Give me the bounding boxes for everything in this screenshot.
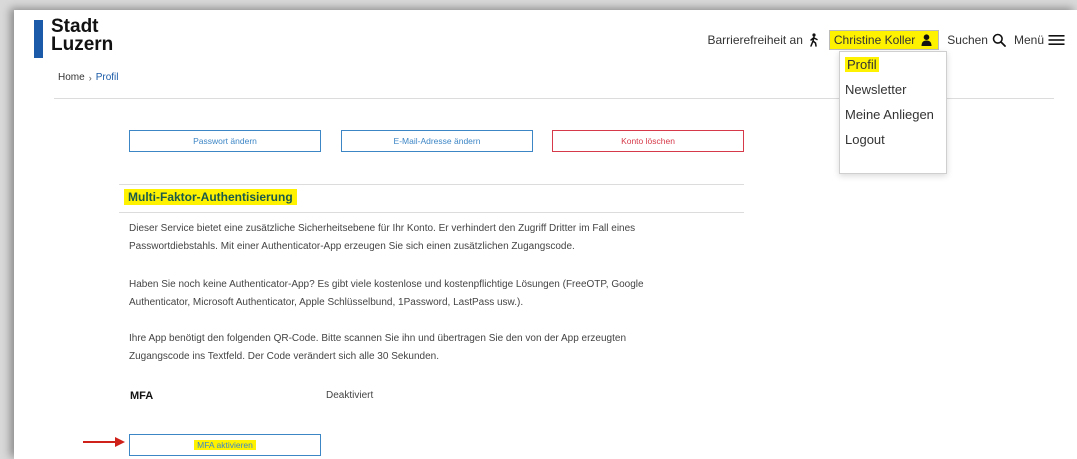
header-nav: Barrierefreiheit an Christine Koller Suc… xyxy=(700,30,1066,50)
page-frame: Stadt Luzern Barrierefreiheit an Christi… xyxy=(14,10,1077,459)
user-icon xyxy=(921,34,932,46)
mfa-intro-line-1: Dieser Service bietet eine zusätzliche S… xyxy=(129,223,636,234)
chevron-right-icon: › xyxy=(88,72,92,83)
mfa-intro-paragraph: Dieser Service bietet eine zusätzliche S… xyxy=(129,220,749,256)
menu-item-profil-label: Profil xyxy=(845,57,879,72)
change-password-button[interactable]: Passwort ändern xyxy=(129,130,321,152)
menu-label: Menü xyxy=(1013,33,1044,47)
hamburger-menu-icon xyxy=(1048,35,1065,45)
user-dropdown-menu: Profil Newsletter Meine Anliegen Logout xyxy=(839,51,947,174)
mfa-section-title: Multi-Faktor-Authentisierung xyxy=(124,189,297,205)
mfa-qr-line-1: Ihre App benötigt den folgenden QR-Code.… xyxy=(129,333,627,344)
search-icon xyxy=(992,33,1006,47)
change-email-button[interactable]: E-Mail-Adresse ändern xyxy=(341,130,533,152)
logo-line-2: Luzern xyxy=(51,34,114,55)
logo-text: Stadt Luzern xyxy=(51,17,114,55)
mfa-activate-label: MFA aktivieren xyxy=(194,440,256,450)
user-name: Christine Koller xyxy=(833,33,916,47)
menu-item-meine-anliegen[interactable]: Meine Anliegen xyxy=(840,102,946,127)
delete-account-button[interactable]: Konto löschen xyxy=(552,130,744,152)
mfa-qr-paragraph: Ihre App benötigt den folgenden QR-Code.… xyxy=(129,330,749,366)
accessibility-toggle[interactable]: Barrierefreiheit an xyxy=(708,33,821,47)
breadcrumb-current[interactable]: Profil xyxy=(96,72,119,83)
stadt-luzern-logo[interactable]: Stadt Luzern xyxy=(34,17,114,58)
logo-bar xyxy=(34,20,43,58)
breadcrumb-home[interactable]: Home xyxy=(58,72,85,83)
menu-item-logout[interactable]: Logout xyxy=(840,127,946,152)
red-arrow-annotation xyxy=(83,437,125,447)
section-bottom-divider xyxy=(119,212,744,213)
menu-item-profil[interactable]: Profil xyxy=(840,52,946,77)
search-button[interactable]: Suchen xyxy=(947,33,1006,47)
main-menu-button[interactable]: Menü xyxy=(1014,33,1065,47)
mfa-apps-paragraph: Haben Sie noch keine Authenticator-App? … xyxy=(129,276,749,312)
mfa-qr-line-2: Zugangscode ins Textfeld. Der Code verän… xyxy=(129,351,440,362)
search-label: Suchen xyxy=(947,33,988,47)
breadcrumb: Home › Profil xyxy=(58,72,118,83)
accessibility-label: Barrierefreiheit an xyxy=(707,33,803,47)
mfa-activate-button[interactable]: MFA aktivieren xyxy=(129,434,321,456)
mfa-status-value: Deaktiviert xyxy=(326,390,374,401)
walking-person-icon xyxy=(810,33,818,47)
mfa-status-label: MFA xyxy=(130,390,154,402)
mfa-intro-line-2: Passwortdiebstahls. Mit einer Authentica… xyxy=(129,241,575,252)
user-account-button[interactable]: Christine Koller xyxy=(828,30,940,50)
section-top-divider xyxy=(119,184,744,185)
mfa-apps-line-2: Authenticator, Microsoft Authenticator, … xyxy=(129,297,524,308)
menu-item-newsletter[interactable]: Newsletter xyxy=(840,77,946,102)
mfa-apps-line-1: Haben Sie noch keine Authenticator-App? … xyxy=(129,279,644,290)
